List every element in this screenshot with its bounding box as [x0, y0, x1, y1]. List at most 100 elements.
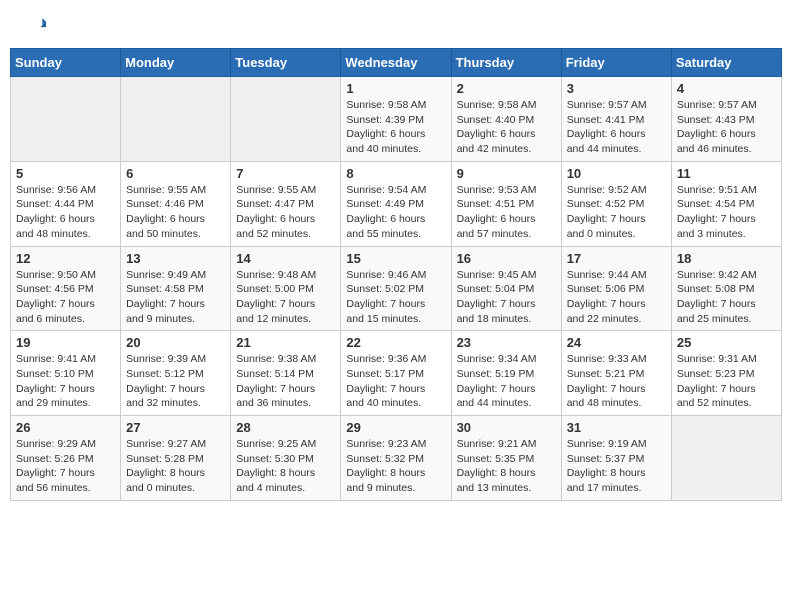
calendar-day-cell: 27 Sunrise: 9:27 AMSunset: 5:28 PMDayligh…: [121, 416, 231, 501]
calendar-day-cell: 25 Sunrise: 9:31 AMSunset: 5:23 PMDayligh…: [671, 331, 781, 416]
day-info: Sunrise: 9:39 AMSunset: 5:12 PMDaylight:…: [126, 352, 225, 411]
day-number: 7: [236, 166, 335, 181]
day-info: Sunrise: 9:58 AMSunset: 4:39 PMDaylight:…: [346, 98, 445, 157]
day-info: Sunrise: 9:41 AMSunset: 5:10 PMDaylight:…: [16, 352, 115, 411]
day-info: Sunrise: 9:44 AMSunset: 5:06 PMDaylight:…: [567, 268, 666, 327]
calendar-day-cell: 24 Sunrise: 9:33 AMSunset: 5:21 PMDayligh…: [561, 331, 671, 416]
day-number: 24: [567, 335, 666, 350]
day-info: Sunrise: 9:58 AMSunset: 4:40 PMDaylight:…: [457, 98, 556, 157]
day-number: 13: [126, 251, 225, 266]
calendar-day-cell: [671, 416, 781, 501]
logo-icon: [24, 18, 46, 40]
day-info: Sunrise: 9:57 AMSunset: 4:41 PMDaylight:…: [567, 98, 666, 157]
day-info: Sunrise: 9:36 AMSunset: 5:17 PMDaylight:…: [346, 352, 445, 411]
logo: [20, 18, 48, 40]
day-number: 30: [457, 420, 556, 435]
calendar-table: SundayMondayTuesdayWednesdayThursdayFrid…: [10, 48, 782, 501]
day-of-week-header: Wednesday: [341, 49, 451, 77]
day-info: Sunrise: 9:23 AMSunset: 5:32 PMDaylight:…: [346, 437, 445, 496]
day-info: Sunrise: 9:31 AMSunset: 5:23 PMDaylight:…: [677, 352, 776, 411]
day-info: Sunrise: 9:25 AMSunset: 5:30 PMDaylight:…: [236, 437, 335, 496]
calendar-day-cell: [231, 77, 341, 162]
day-number: 28: [236, 420, 335, 435]
day-number: 27: [126, 420, 225, 435]
calendar-day-cell: 5Sunrise: 9:56 AMSunset: 4:44 PMDaylight…: [11, 161, 121, 246]
day-info: Sunrise: 9:42 AMSunset: 5:08 PMDaylight:…: [677, 268, 776, 327]
calendar-day-cell: [121, 77, 231, 162]
day-info: Sunrise: 9:53 AMSunset: 4:51 PMDaylight:…: [457, 183, 556, 242]
calendar-week-row: 12Sunrise: 9:50 AMSunset: 4:56 PMDayligh…: [11, 246, 782, 331]
day-info: Sunrise: 9:45 AMSunset: 5:04 PMDaylight:…: [457, 268, 556, 327]
day-info: Sunrise: 9:52 AMSunset: 4:52 PMDaylight:…: [567, 183, 666, 242]
calendar-day-cell: 23 Sunrise: 9:34 AMSunset: 5:19 PMDayligh…: [451, 331, 561, 416]
page-header: [10, 10, 782, 40]
calendar-day-cell: 8 Sunrise: 9:54 AMSunset: 4:49 PMDaylight…: [341, 161, 451, 246]
day-of-week-header: Saturday: [671, 49, 781, 77]
calendar-day-cell: 12Sunrise: 9:50 AMSunset: 4:56 PMDayligh…: [11, 246, 121, 331]
day-number: 29: [346, 420, 445, 435]
day-number: 2: [457, 81, 556, 96]
day-number: 26: [16, 420, 115, 435]
day-number: 10: [567, 166, 666, 181]
calendar-day-cell: 29 Sunrise: 9:23 AMSunset: 5:32 PMDayligh…: [341, 416, 451, 501]
day-number: 8: [346, 166, 445, 181]
calendar-day-cell: 14Sunrise: 9:48 AMSunset: 5:00 PMDayligh…: [231, 246, 341, 331]
day-info: Sunrise: 9:33 AMSunset: 5:21 PMDaylight:…: [567, 352, 666, 411]
calendar-day-cell: 30 Sunrise: 9:21 AMSunset: 5:35 PMDayligh…: [451, 416, 561, 501]
calendar-day-cell: 11Sunrise: 9:51 AMSunset: 4:54 PMDayligh…: [671, 161, 781, 246]
day-info: Sunrise: 9:54 AMSunset: 4:49 PMDaylight:…: [346, 183, 445, 242]
calendar-day-cell: 20 Sunrise: 9:39 AMSunset: 5:12 PMDayligh…: [121, 331, 231, 416]
day-number: 31: [567, 420, 666, 435]
day-number: 4: [677, 81, 776, 96]
calendar-day-cell: 28 Sunrise: 9:25 AMSunset: 5:30 PMDayligh…: [231, 416, 341, 501]
calendar-day-cell: 19 Sunrise: 9:41 AMSunset: 5:10 PMDayligh…: [11, 331, 121, 416]
calendar-day-cell: 1 Sunrise: 9:58 AMSunset: 4:39 PMDaylight…: [341, 77, 451, 162]
day-number: 11: [677, 166, 776, 181]
calendar-day-cell: 9 Sunrise: 9:53 AMSunset: 4:51 PMDaylight…: [451, 161, 561, 246]
calendar-body: 1 Sunrise: 9:58 AMSunset: 4:39 PMDaylight…: [11, 77, 782, 501]
calendar-header: SundayMondayTuesdayWednesdayThursdayFrid…: [11, 49, 782, 77]
day-number: 23: [457, 335, 556, 350]
day-number: 22: [346, 335, 445, 350]
day-info: Sunrise: 9:55 AMSunset: 4:47 PMDaylight:…: [236, 183, 335, 242]
day-number: 18: [677, 251, 776, 266]
day-info: Sunrise: 9:57 AMSunset: 4:43 PMDaylight:…: [677, 98, 776, 157]
day-info: Sunrise: 9:34 AMSunset: 5:19 PMDaylight:…: [457, 352, 556, 411]
day-number: 20: [126, 335, 225, 350]
day-number: 25: [677, 335, 776, 350]
day-of-week-header: Sunday: [11, 49, 121, 77]
day-number: 1: [346, 81, 445, 96]
calendar-day-cell: 15 Sunrise: 9:46 AMSunset: 5:02 PMDayligh…: [341, 246, 451, 331]
day-of-week-header: Tuesday: [231, 49, 341, 77]
day-info: Sunrise: 9:27 AMSunset: 5:28 PMDaylight:…: [126, 437, 225, 496]
day-number: 12: [16, 251, 115, 266]
day-number: 17: [567, 251, 666, 266]
day-number: 6: [126, 166, 225, 181]
calendar-day-cell: 3Sunrise: 9:57 AMSunset: 4:41 PMDaylight…: [561, 77, 671, 162]
calendar-day-cell: 21Sunrise: 9:38 AMSunset: 5:14 PMDayligh…: [231, 331, 341, 416]
day-info: Sunrise: 9:29 AMSunset: 5:26 PMDaylight:…: [16, 437, 115, 496]
day-number: 19: [16, 335, 115, 350]
day-number: 15: [346, 251, 445, 266]
day-of-week-header: Monday: [121, 49, 231, 77]
day-of-week-header: Thursday: [451, 49, 561, 77]
calendar-day-cell: 10 Sunrise: 9:52 AMSunset: 4:52 PMDayligh…: [561, 161, 671, 246]
calendar-day-cell: 16 Sunrise: 9:45 AMSunset: 5:04 PMDayligh…: [451, 246, 561, 331]
calendar-week-row: 19 Sunrise: 9:41 AMSunset: 5:10 PMDayligh…: [11, 331, 782, 416]
calendar-day-cell: 13 Sunrise: 9:49 AMSunset: 4:58 PMDayligh…: [121, 246, 231, 331]
day-info: Sunrise: 9:56 AMSunset: 4:44 PMDaylight:…: [16, 183, 115, 242]
calendar-day-cell: 4 Sunrise: 9:57 AMSunset: 4:43 PMDaylight…: [671, 77, 781, 162]
day-number: 14: [236, 251, 335, 266]
day-number: 16: [457, 251, 556, 266]
day-info: Sunrise: 9:55 AMSunset: 4:46 PMDaylight:…: [126, 183, 225, 242]
day-info: Sunrise: 9:19 AMSunset: 5:37 PMDaylight:…: [567, 437, 666, 496]
calendar-day-cell: 26 Sunrise: 9:29 AMSunset: 5:26 PMDayligh…: [11, 416, 121, 501]
day-of-week-header: Friday: [561, 49, 671, 77]
calendar-week-row: 26 Sunrise: 9:29 AMSunset: 5:26 PMDayligh…: [11, 416, 782, 501]
day-info: Sunrise: 9:46 AMSunset: 5:02 PMDaylight:…: [346, 268, 445, 327]
day-info: Sunrise: 9:21 AMSunset: 5:35 PMDaylight:…: [457, 437, 556, 496]
day-info: Sunrise: 9:49 AMSunset: 4:58 PMDaylight:…: [126, 268, 225, 327]
calendar-day-cell: 22 Sunrise: 9:36 AMSunset: 5:17 PMDayligh…: [341, 331, 451, 416]
days-of-week-row: SundayMondayTuesdayWednesdayThursdayFrid…: [11, 49, 782, 77]
day-number: 9: [457, 166, 556, 181]
